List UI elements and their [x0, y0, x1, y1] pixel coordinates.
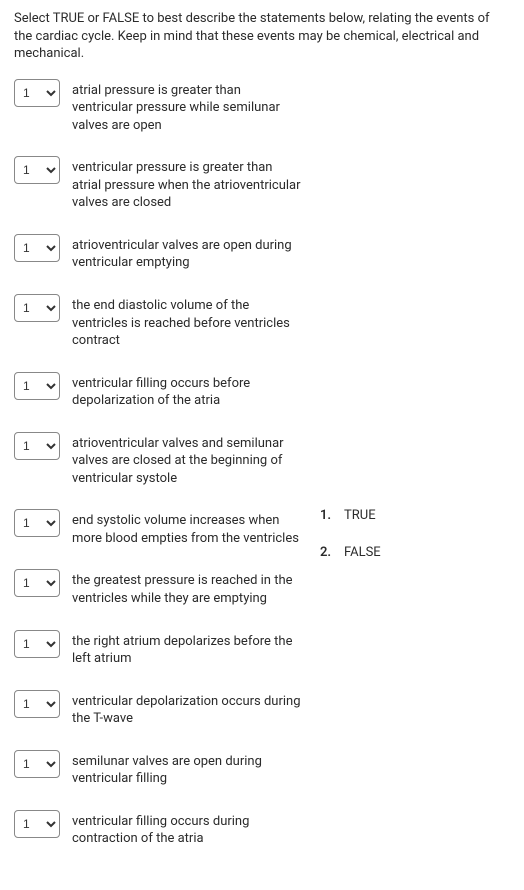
select-wrap: 1 [14, 372, 60, 400]
option-label: TRUE [344, 507, 376, 525]
question-row: 1 the right atrium depolarizes before th… [14, 630, 304, 668]
option-row: 2. FALSE [320, 544, 510, 562]
select-wrap: 1 [14, 569, 60, 597]
answer-select[interactable]: 1 [14, 690, 60, 718]
option-row: 1. TRUE [320, 507, 510, 525]
option-number: 1. [320, 507, 334, 525]
question-row: 1 ventricular depolarization occurs duri… [14, 690, 304, 728]
answer-select[interactable]: 1 [14, 432, 60, 460]
question-row: 1 ventricular filling occurs during cont… [14, 810, 304, 848]
content-area: 1 atrial pressure is greater than ventri… [14, 79, 510, 870]
question-row: 1 end systolic volume increases when mor… [14, 509, 304, 547]
statement-text: atrial pressure is greater than ventricu… [72, 79, 304, 135]
select-wrap: 1 [14, 432, 60, 460]
statement-text: semilunar valves are open during ventric… [72, 750, 304, 788]
answer-select[interactable]: 1 [14, 372, 60, 400]
select-wrap: 1 [14, 690, 60, 718]
statement-text: the end diastolic volume of the ventricl… [72, 294, 304, 350]
answer-select[interactable]: 1 [14, 569, 60, 597]
statement-text: ventricular filling occurs during contra… [72, 810, 304, 848]
answer-select[interactable]: 1 [14, 630, 60, 658]
question-row: 1 the greatest pressure is reached in th… [14, 569, 304, 607]
answer-select[interactable]: 1 [14, 234, 60, 262]
answer-select[interactable]: 1 [14, 156, 60, 184]
select-wrap: 1 [14, 630, 60, 658]
statement-text: ventricular pressure is greater than atr… [72, 156, 304, 212]
statement-text: ventricular filling occurs before depola… [72, 372, 304, 410]
select-wrap: 1 [14, 234, 60, 262]
answer-select[interactable]: 1 [14, 79, 60, 107]
question-row: 1 the end diastolic volume of the ventri… [14, 294, 304, 350]
statement-text: atrioventricular valves and semilunar va… [72, 432, 304, 488]
answer-select[interactable]: 1 [14, 750, 60, 778]
statement-text: the greatest pressure is reached in the … [72, 569, 304, 607]
question-row: 1 atrioventricular valves and semilunar … [14, 432, 304, 488]
instructions-text: Select TRUE or FALSE to best describe th… [14, 10, 510, 63]
question-row: 1 atrioventricular valves are open durin… [14, 234, 304, 272]
select-wrap: 1 [14, 156, 60, 184]
select-wrap: 1 [14, 509, 60, 537]
question-row: 1 ventricular pressure is greater than a… [14, 156, 304, 212]
select-wrap: 1 [14, 810, 60, 838]
statement-text: end systolic volume increases when more … [72, 509, 304, 547]
questions-column: 1 atrial pressure is greater than ventri… [14, 79, 304, 870]
statement-text: the right atrium depolarizes before the … [72, 630, 304, 668]
select-wrap: 1 [14, 750, 60, 778]
options-column: 1. TRUE 2. FALSE [320, 79, 510, 870]
answer-select[interactable]: 1 [14, 509, 60, 537]
statement-text: ventricular depolarization occurs during… [72, 690, 304, 728]
answer-select[interactable]: 1 [14, 810, 60, 838]
question-row: 1 ventricular filling occurs before depo… [14, 372, 304, 410]
statement-text: atrioventricular valves are open during … [72, 234, 304, 272]
option-number: 2. [320, 544, 334, 562]
select-wrap: 1 [14, 294, 60, 322]
answer-select[interactable]: 1 [14, 294, 60, 322]
question-row: 1 semilunar valves are open during ventr… [14, 750, 304, 788]
option-label: FALSE [344, 544, 381, 562]
question-row: 1 atrial pressure is greater than ventri… [14, 79, 304, 135]
select-wrap: 1 [14, 79, 60, 107]
